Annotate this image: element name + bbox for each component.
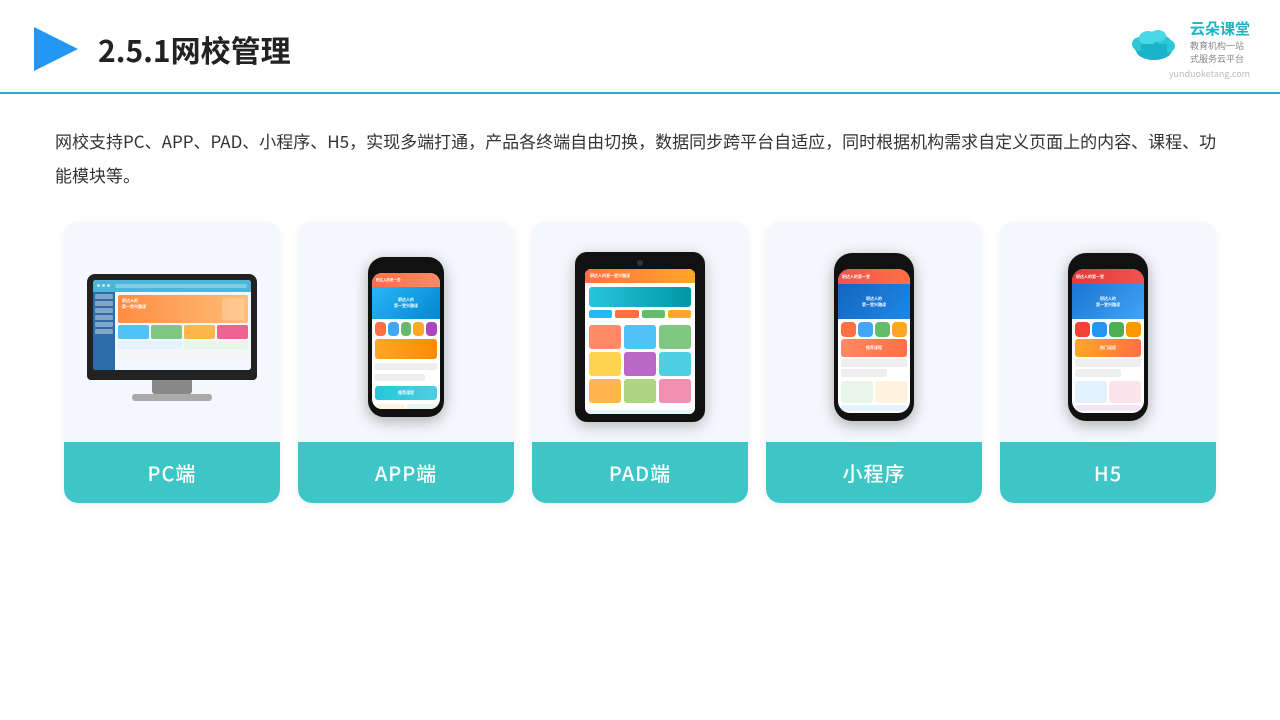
card-h5-label: H5 xyxy=(1000,442,1216,503)
logo-url: yunduoketang.com xyxy=(1169,67,1250,80)
card-app: 职达人的第一堂 职达人的第一堂兴趣课 xyxy=(298,222,514,503)
pad-tablet: 职达人的第一堂兴趣课 xyxy=(575,252,705,422)
card-app-image: 职达人的第一堂 职达人的第一堂兴趣课 xyxy=(298,222,514,442)
header-left: 2.5.1网校管理 xyxy=(30,23,291,75)
cards-row: 职达人的第一堂兴趣课 xyxy=(55,222,1225,503)
card-app-label: APP端 xyxy=(298,442,514,503)
logo-name: 云朵课堂 xyxy=(1190,18,1250,39)
header: 2.5.1网校管理 云朵课堂 教育机构一站 式服务云平台 yunduoketan… xyxy=(0,0,1280,94)
card-pad: 职达人的第一堂兴趣课 xyxy=(532,222,748,503)
page-title: 2.5.1网校管理 xyxy=(98,27,291,71)
play-icon xyxy=(30,23,82,75)
card-h5: 职达人的第一堂 职达人的第一堂兴趣课 xyxy=(1000,222,1216,503)
description: 网校支持PC、APP、PAD、小程序、H5，实现多端打通，产品各终端自由切换，数… xyxy=(55,124,1225,192)
logo-tagline: 教育机构一站 式服务云平台 xyxy=(1190,39,1250,65)
body: 网校支持PC、APP、PAD、小程序、H5，实现多端打通，产品各终端自由切换，数… xyxy=(0,94,1280,523)
logo-area: 云朵课堂 教育机构一站 式服务云平台 yunduoketang.com xyxy=(1126,18,1250,80)
card-miniprogram: 职达人的第一堂 职达人的第一堂兴趣课 xyxy=(766,222,982,503)
card-pc-label: PC端 xyxy=(64,442,280,503)
app-phone: 职达人的第一堂 职达人的第一堂兴趣课 xyxy=(368,257,444,417)
logo-icon xyxy=(1126,24,1182,60)
card-miniprogram-image: 职达人的第一堂 职达人的第一堂兴趣课 xyxy=(766,222,982,442)
pc-monitor: 职达人的第一堂兴趣课 xyxy=(87,274,257,401)
card-pad-image: 职达人的第一堂兴趣课 xyxy=(532,222,748,442)
card-h5-image: 职达人的第一堂 职达人的第一堂兴趣课 xyxy=(1000,222,1216,442)
card-pc: 职达人的第一堂兴趣课 xyxy=(64,222,280,503)
card-pc-image: 职达人的第一堂兴趣课 xyxy=(64,222,280,442)
logo-text-block: 云朵课堂 教育机构一站 式服务云平台 xyxy=(1190,18,1250,65)
card-miniprogram-label: 小程序 xyxy=(766,442,982,503)
h5-phone: 职达人的第一堂 职达人的第一堂兴趣课 xyxy=(1068,253,1148,421)
miniprogram-phone: 职达人的第一堂 职达人的第一堂兴趣课 xyxy=(834,253,914,421)
card-pad-label: PAD端 xyxy=(532,442,748,503)
